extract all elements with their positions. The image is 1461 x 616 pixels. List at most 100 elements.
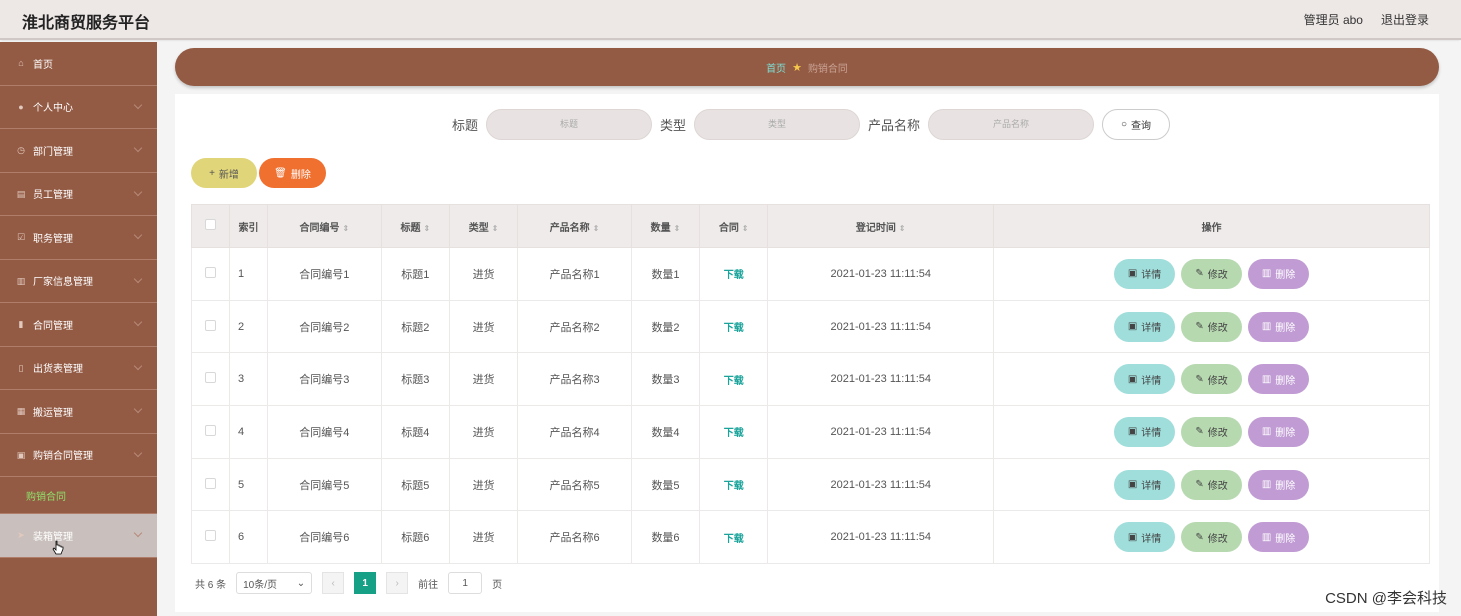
cell-type: 进货 — [448, 457, 519, 512]
col-qty[interactable]: 数量 ⇕ — [630, 204, 701, 248]
add-button[interactable]: + 新增 — [191, 158, 257, 188]
cell-contract: 下载 — [699, 510, 769, 565]
col-type-label: 类型 — [468, 222, 489, 234]
detail-label: 详情 — [1141, 428, 1162, 440]
detail-button[interactable]: ▣ 详情 — [1114, 258, 1176, 289]
sidebar-subitem[interactable]: 购销合同 — [0, 477, 157, 514]
cell-title: 标题5 — [380, 457, 450, 512]
edit-button[interactable]: ✎ 修改 — [1181, 258, 1243, 289]
col-code[interactable]: 合同编号 ⇕ — [267, 204, 382, 248]
delete-button[interactable]: ▥ 删除 — [1248, 311, 1310, 342]
sidebar-item-label: 个人中心 — [33, 103, 73, 115]
goto-page-input[interactable]: 1 — [448, 572, 483, 594]
detail-button[interactable]: ▣ 详情 — [1114, 311, 1176, 342]
edit-button[interactable]: ✎ 修改 — [1181, 469, 1243, 500]
prev-page-button[interactable]: ‹ — [322, 572, 345, 594]
cell-qty: 数量5 — [630, 457, 701, 512]
cell-code: 合同编号1 — [267, 247, 382, 301]
download-link[interactable]: 下载 — [724, 534, 744, 545]
download-link[interactable]: 下载 — [724, 323, 744, 334]
col-title[interactable]: 标题 ⇕ — [380, 204, 450, 248]
delete-button[interactable]: ▥ 删除 — [1248, 364, 1310, 395]
cell-ops: ▣ 详情 ✎ 修改 ▥ 删除 — [993, 352, 1430, 407]
download-link[interactable]: 下载 — [724, 270, 744, 281]
row-checkbox[interactable] — [191, 247, 230, 301]
chevron-down-icon — [133, 528, 143, 538]
cell-index: 5 — [229, 457, 268, 512]
sidebar-item[interactable]: ▦ 搬运管理 — [0, 390, 157, 434]
breadcrumb-home[interactable]: 首页 — [766, 60, 786, 75]
cell-qty: 数量2 — [630, 299, 701, 354]
sidebar-item[interactable]: ▯ 出货表管理 — [0, 347, 157, 390]
detail-button[interactable]: ▣ 详情 — [1114, 416, 1176, 447]
edit-button[interactable]: ✎ 修改 — [1181, 416, 1243, 447]
col-product[interactable]: 产品名称 ⇕ — [517, 204, 632, 248]
sidebar-item[interactable]: ▮ 合同管理 — [0, 303, 157, 347]
delete-button[interactable]: ▥ 删除 — [1248, 522, 1310, 553]
search-input-product[interactable]: 产品名称 — [928, 109, 1095, 140]
download-link[interactable]: 下载 — [724, 428, 744, 439]
search-input-title[interactable]: 标题 — [485, 109, 652, 140]
cell-index: 6 — [229, 510, 268, 565]
pencil-icon: ✎ — [1195, 479, 1204, 491]
cell-ops: ▣ 详情 ✎ 修改 ▥ 删除 — [993, 457, 1430, 512]
detail-label: 详情 — [1141, 323, 1162, 335]
sidebar-item[interactable]: ▤ 员工管理 — [0, 173, 157, 216]
current-user: 管理员 abo — [1303, 13, 1363, 27]
delete-button[interactable]: ▥ 删除 — [1248, 258, 1310, 289]
row-checkbox[interactable] — [191, 510, 230, 565]
delete-label: 删除 — [1275, 323, 1296, 335]
edit-label: 修改 — [1207, 481, 1228, 493]
batch-delete-button[interactable]: 🗑 删除 — [259, 158, 326, 188]
sidebar-item[interactable]: ▥ 厂家信息管理 — [0, 260, 157, 303]
sidebar-item-label: 厂家信息管理 — [33, 277, 93, 289]
sidebar-item[interactable]: ● 个人中心 — [0, 86, 157, 129]
download-link[interactable]: 下载 — [724, 376, 744, 387]
detail-button[interactable]: ▣ 详情 — [1114, 469, 1176, 500]
detail-label: 详情 — [1141, 533, 1162, 545]
cell-product: 产品名称3 — [517, 352, 632, 407]
search-input-type[interactable]: 类型 — [694, 109, 860, 140]
sidebar-item[interactable]: ☑ 职务管理 — [0, 216, 157, 260]
edit-button[interactable]: ✎ 修改 — [1181, 364, 1243, 395]
sidebar: ⌂ 首页 ● 个人中心 ◷ 部门管理 ▤ 员工管理 ☑ 职务管理 ▥ 厂家信息管理 ▮ 合同管理 ▯ 出货表管… — [0, 42, 157, 616]
edit-button[interactable]: ✎ 修改 — [1181, 522, 1243, 553]
clock-icon: ◷ — [17, 145, 25, 156]
row-checkbox[interactable] — [191, 457, 230, 512]
sidebar-item-label: 合同管理 — [33, 320, 73, 332]
delete-label: 删除 — [1275, 533, 1296, 545]
col-time[interactable]: 登记时间 ⇕ — [767, 204, 995, 248]
goto-suffix: 页 — [492, 579, 503, 591]
sort-icon: ⇕ — [673, 223, 681, 233]
download-link[interactable]: 下载 — [724, 481, 744, 492]
chevron-down-icon — [133, 448, 143, 457]
delete-button[interactable]: ▥ 删除 — [1248, 469, 1310, 500]
sidebar-item[interactable]: ⌂ 首页 — [0, 42, 157, 86]
logout-link[interactable]: 退出登录 — [1381, 11, 1429, 28]
sidebar-item-hovered[interactable]: ➤ 装箱管理 — [0, 514, 157, 558]
select-all-checkbox[interactable] — [191, 204, 230, 248]
delete-button[interactable]: ▥ 删除 — [1248, 416, 1310, 447]
search-button[interactable]: ○ 查询 — [1102, 109, 1171, 140]
col-type[interactable]: 类型 ⇕ — [448, 204, 519, 248]
app-title: 淮北商贸服务平台 — [22, 15, 151, 32]
sidebar-item[interactable]: ◷ 部门管理 — [0, 129, 157, 173]
row-checkbox[interactable] — [191, 299, 230, 354]
cell-code: 合同编号3 — [267, 352, 382, 407]
page-current[interactable]: 1 — [354, 572, 377, 594]
col-contract[interactable]: 合同 ⇕ — [699, 204, 769, 248]
col-time-label: 登记时间 — [855, 222, 896, 234]
cell-qty: 数量6 — [630, 510, 701, 565]
search-label-type: 类型 — [659, 118, 686, 133]
edit-button[interactable]: ✎ 修改 — [1181, 311, 1243, 342]
row-checkbox[interactable] — [191, 352, 230, 407]
detail-button[interactable]: ▣ 详情 — [1114, 522, 1176, 553]
bar-chart-icon: ▮ — [18, 319, 24, 330]
next-page-button[interactable]: › — [386, 572, 409, 594]
sidebar-item[interactable]: ▣ 购销合同管理 — [0, 434, 157, 477]
trash-icon: ▥ — [1261, 531, 1272, 543]
top-right: 管理员 abo 退出登录 — [1304, 11, 1429, 28]
page-size-select[interactable]: 10条/页 ⌄ — [236, 572, 313, 594]
row-checkbox[interactable] — [191, 405, 230, 459]
detail-button[interactable]: ▣ 详情 — [1114, 364, 1176, 395]
